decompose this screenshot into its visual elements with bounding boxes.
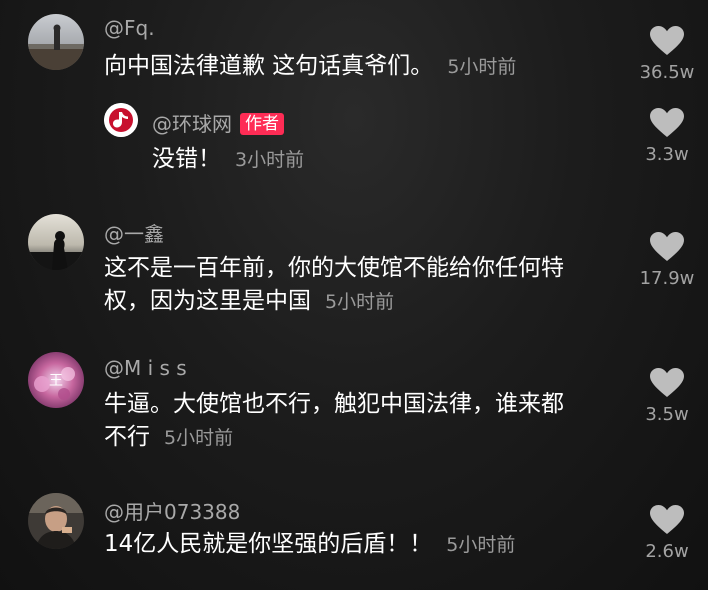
like-button[interactable]: 2.6w: [627, 505, 707, 562]
timestamp: 5小时前: [446, 534, 516, 556]
like-count: 2.6w: [645, 541, 689, 562]
heart-icon: [650, 505, 684, 534]
comment-body: 没错！: [152, 146, 221, 172]
heart-icon: [650, 26, 684, 55]
like-button[interactable]: 17.9w: [627, 232, 707, 289]
comment-body: 14亿人民就是你坚强的后盾！！: [104, 531, 433, 557]
timestamp: 5小时前: [447, 56, 517, 78]
username[interactable]: @用户073388: [104, 496, 240, 525]
username[interactable]: @环球网 作者: [152, 108, 284, 137]
timestamp: 5小时前: [325, 291, 395, 313]
comment-body-line-2: 不行 5小时前: [104, 421, 564, 455]
like-count: 3.3w: [645, 144, 689, 165]
heart-icon: [650, 232, 684, 261]
avatar[interactable]: [104, 103, 138, 137]
comment-text: 这不是一百年前，你的大使馆不能给你任何特 权，因为这里是中国 5小时前: [104, 252, 564, 319]
comment-body: 不行: [104, 424, 150, 450]
like-button[interactable]: 36.5w: [627, 26, 707, 83]
comment-text: 牛逼。大使馆也不行，触犯中国法律，谁来都 不行 5小时前: [104, 388, 564, 455]
like-button[interactable]: 3.3w: [627, 108, 707, 165]
username-text: @环球网: [152, 112, 232, 136]
like-count: 3.5w: [645, 404, 689, 425]
like-button[interactable]: 3.5w: [627, 368, 707, 425]
heart-icon: [650, 108, 684, 137]
avatar[interactable]: 王: [28, 352, 84, 408]
comment-text: 向中国法律道歉 这句话真爷们。 5小时前: [104, 50, 516, 84]
comment-text: 14亿人民就是你坚强的后盾！！ 5小时前: [104, 528, 515, 562]
avatar[interactable]: [28, 214, 84, 270]
comment-body-line-1: 这不是一百年前，你的大使馆不能给你任何特: [104, 255, 564, 281]
comment-body-line-2: 权，因为这里是中国 5小时前: [104, 285, 564, 319]
username[interactable]: @Fq.: [104, 16, 155, 40]
author-badge: 作者: [240, 113, 284, 135]
username[interactable]: @一鑫: [104, 218, 164, 247]
username[interactable]: @M i s s: [104, 356, 187, 380]
avatar[interactable]: [28, 493, 84, 549]
avatar[interactable]: [28, 14, 84, 70]
like-count: 36.5w: [639, 62, 695, 83]
comment-body: 权，因为这里是中国: [104, 288, 311, 314]
timestamp: 3小时前: [235, 149, 305, 171]
comment-body-line-1: 牛逼。大使馆也不行，触犯中国法律，谁来都: [104, 391, 564, 417]
svg-text:王: 王: [49, 373, 63, 389]
heart-icon: [650, 368, 684, 397]
comment-body: 向中国法律道歉 这句话真爷们。: [104, 53, 434, 79]
like-count: 17.9w: [639, 268, 695, 289]
timestamp: 5小时前: [164, 427, 234, 449]
comment-text: 没错！ 3小时前: [152, 143, 304, 177]
